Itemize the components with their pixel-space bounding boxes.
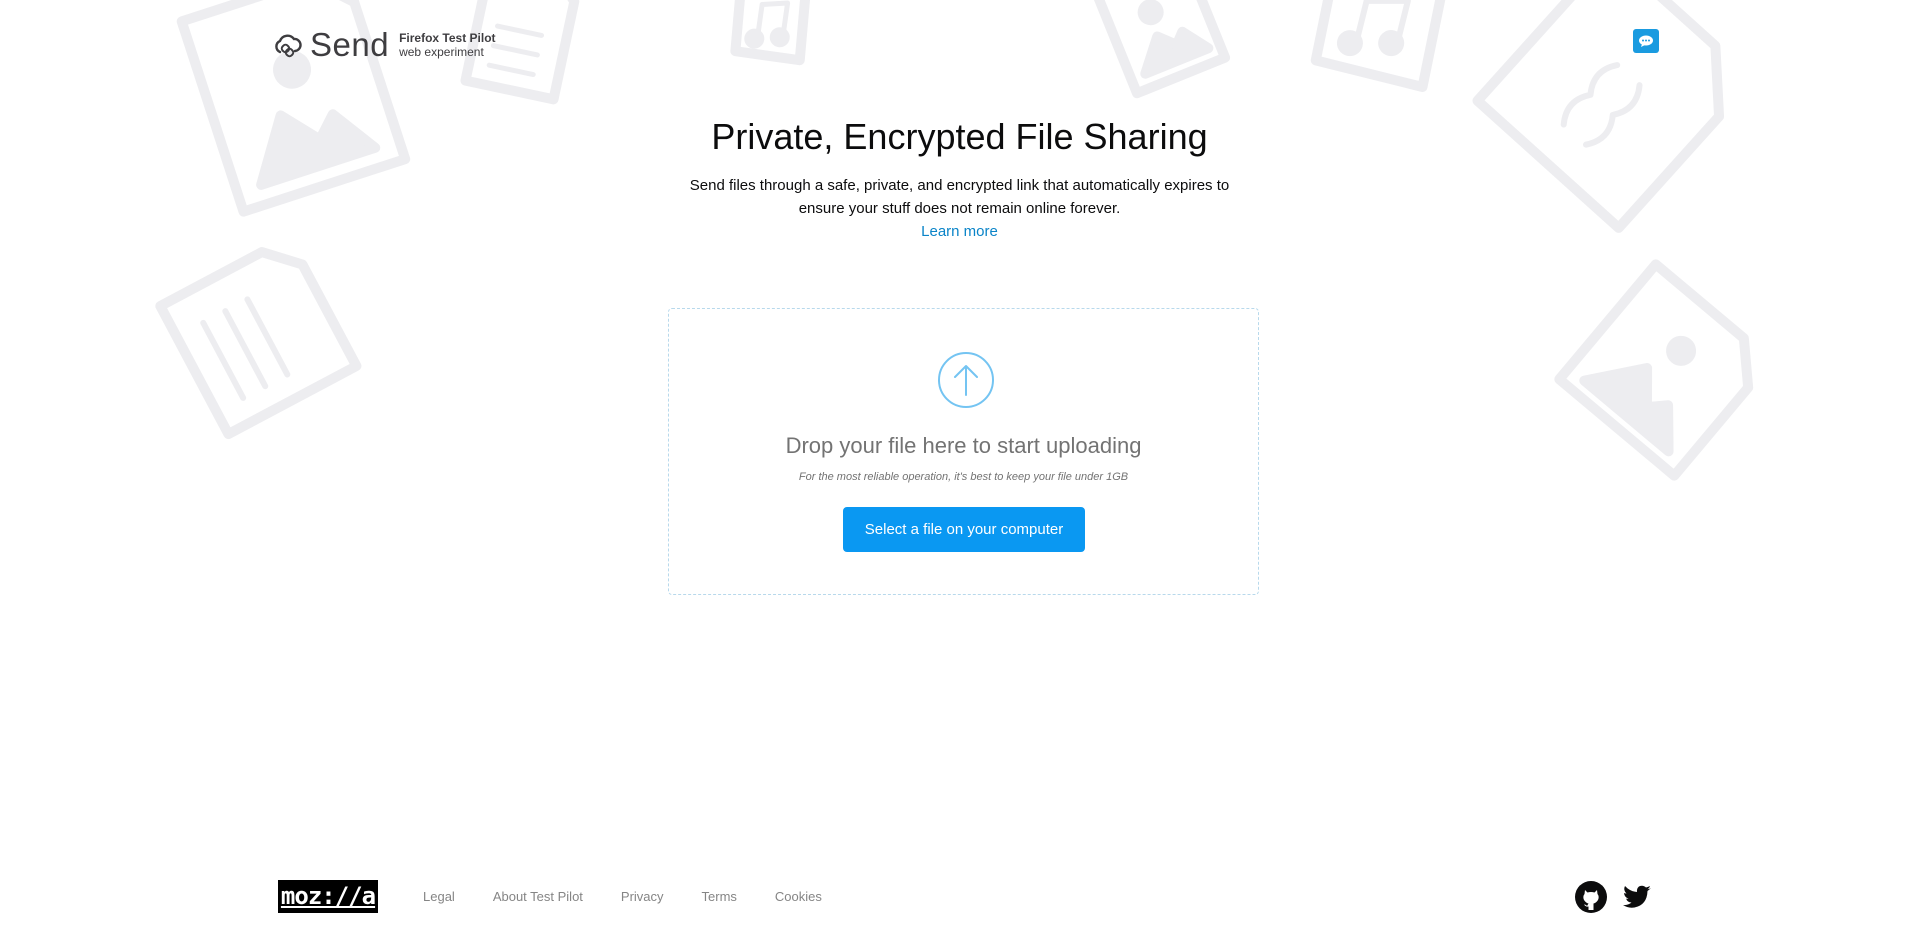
footer-link-privacy[interactable]: Privacy <box>621 889 664 905</box>
hero-section: Private, Encrypted File Sharing Send fil… <box>0 112 1919 243</box>
file-size-note: For the most reliable operation, it's be… <box>798 471 1129 483</box>
learn-more-link[interactable]: Learn more <box>921 220 998 243</box>
footer: moz://a Legal About Test Pilot Privacy T… <box>0 880 1919 914</box>
select-file-button[interactable]: Select a file on your computer <box>843 507 1085 552</box>
github-icon[interactable] <box>1574 880 1608 914</box>
social-links <box>1574 880 1666 914</box>
intro-text: Send files through a safe, private, and … <box>689 177 1230 217</box>
footer-link-terms[interactable]: Terms <box>702 889 737 905</box>
send-cloud-logo-icon <box>275 34 302 58</box>
footer-link-about-test-pilot[interactable]: About Test Pilot <box>493 889 583 905</box>
footer-link-legal[interactable]: Legal <box>423 889 455 905</box>
header: Send Firefox Test Pilot web experiment <box>0 0 1919 90</box>
footer-link-cookies[interactable]: Cookies <box>775 889 822 905</box>
page-title: Private, Encrypted File Sharing <box>711 116 1208 157</box>
send-logo[interactable]: Send Firefox Test Pilot web experiment <box>272 27 496 63</box>
feedback-button[interactable] <box>1633 29 1659 53</box>
upload-arrow-icon <box>938 352 994 408</box>
twitter-icon[interactable] <box>1620 880 1654 914</box>
upload-dropzone[interactable]: Drop your file here to start uploading F… <box>668 308 1259 595</box>
web-experiment-label: web experiment <box>399 45 484 59</box>
app-name: Send <box>310 26 390 63</box>
test-pilot-label: Firefox Test Pilot web experiment <box>399 31 495 59</box>
document-file-shape <box>155 247 362 440</box>
drop-instructions: Drop your file here to start uploading <box>785 433 1142 458</box>
mozilla-logo[interactable]: moz://a <box>278 880 378 913</box>
test-pilot-title: Firefox Test Pilot <box>399 31 496 45</box>
image-file-shape <box>1554 259 1754 481</box>
footer-links: Legal About Test Pilot Privacy Terms Coo… <box>423 889 860 905</box>
chat-bubble-icon <box>1639 35 1653 47</box>
